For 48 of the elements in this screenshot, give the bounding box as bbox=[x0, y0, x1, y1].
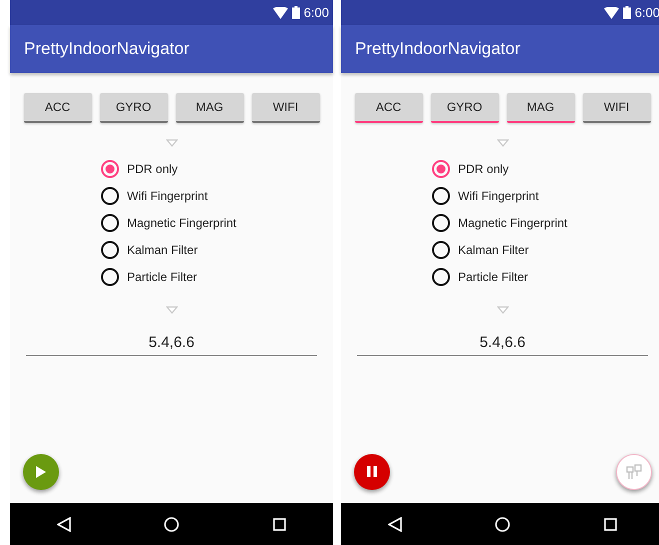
back-icon[interactable] bbox=[388, 516, 402, 532]
play-icon bbox=[36, 466, 46, 478]
sensor-toggle-button[interactable]: ACC bbox=[354, 93, 422, 123]
sensor-toggle-button[interactable]: WIFI bbox=[582, 93, 650, 123]
sensor-toggle-button[interactable]: MAG bbox=[176, 93, 244, 123]
radio-button[interactable] bbox=[432, 214, 450, 232]
option-label[interactable]: Magnetic Fingerprint bbox=[458, 214, 568, 232]
recents-icon[interactable] bbox=[604, 518, 618, 530]
app-title: PrettyIndoorNavigator bbox=[355, 38, 520, 60]
radio-button[interactable] bbox=[101, 268, 119, 286]
option-label[interactable]: PDR only bbox=[127, 160, 178, 178]
radio-button[interactable] bbox=[101, 160, 119, 178]
radio-button[interactable] bbox=[432, 160, 450, 178]
option-label[interactable]: Particle Filter bbox=[458, 268, 528, 286]
radio-button[interactable] bbox=[432, 240, 450, 258]
radio-button[interactable] bbox=[432, 186, 450, 204]
wifi-icon bbox=[272, 6, 288, 18]
position-field[interactable]: 5.4,6.6 bbox=[357, 330, 648, 356]
pause-icon bbox=[367, 466, 377, 478]
option-label[interactable]: Magnetic Fingerprint bbox=[127, 214, 236, 232]
radio-button[interactable] bbox=[101, 186, 119, 204]
sensor-toggle-button[interactable]: GYRO bbox=[100, 93, 168, 123]
radio-button[interactable] bbox=[101, 240, 119, 258]
play-button[interactable] bbox=[23, 454, 59, 490]
option-label[interactable]: Wifi Fingerprint bbox=[127, 186, 208, 204]
option-label[interactable]: Wifi Fingerprint bbox=[458, 186, 539, 204]
option-label[interactable]: Particle Filter bbox=[127, 268, 198, 286]
radio-button[interactable] bbox=[432, 268, 450, 286]
position-field[interactable]: 5.4,6.6 bbox=[26, 330, 317, 356]
map-icon bbox=[626, 464, 642, 480]
battery-icon bbox=[292, 6, 300, 19]
option-label[interactable]: Kalman Filter bbox=[458, 240, 529, 258]
back-icon[interactable] bbox=[56, 516, 71, 532]
option-label[interactable]: Kalman Filter bbox=[127, 240, 198, 258]
wifi-icon bbox=[604, 6, 619, 18]
radio-button[interactable] bbox=[101, 214, 119, 232]
home-icon[interactable] bbox=[164, 516, 180, 532]
status-time: 6:00 bbox=[304, 4, 329, 22]
sensor-toggle-button[interactable]: GYRO bbox=[430, 93, 498, 123]
recents-icon[interactable] bbox=[273, 518, 286, 530]
battery-icon bbox=[622, 6, 631, 19]
option-label[interactable]: PDR only bbox=[458, 160, 509, 178]
sensor-toggle-button[interactable]: WIFI bbox=[252, 93, 320, 123]
pause-button[interactable] bbox=[354, 454, 390, 490]
home-icon[interactable] bbox=[495, 516, 510, 532]
sensor-toggle-button[interactable]: ACC bbox=[24, 93, 92, 123]
app-title: PrettyIndoorNavigator bbox=[24, 38, 190, 60]
sensor-toggle-button[interactable]: MAG bbox=[506, 93, 574, 123]
